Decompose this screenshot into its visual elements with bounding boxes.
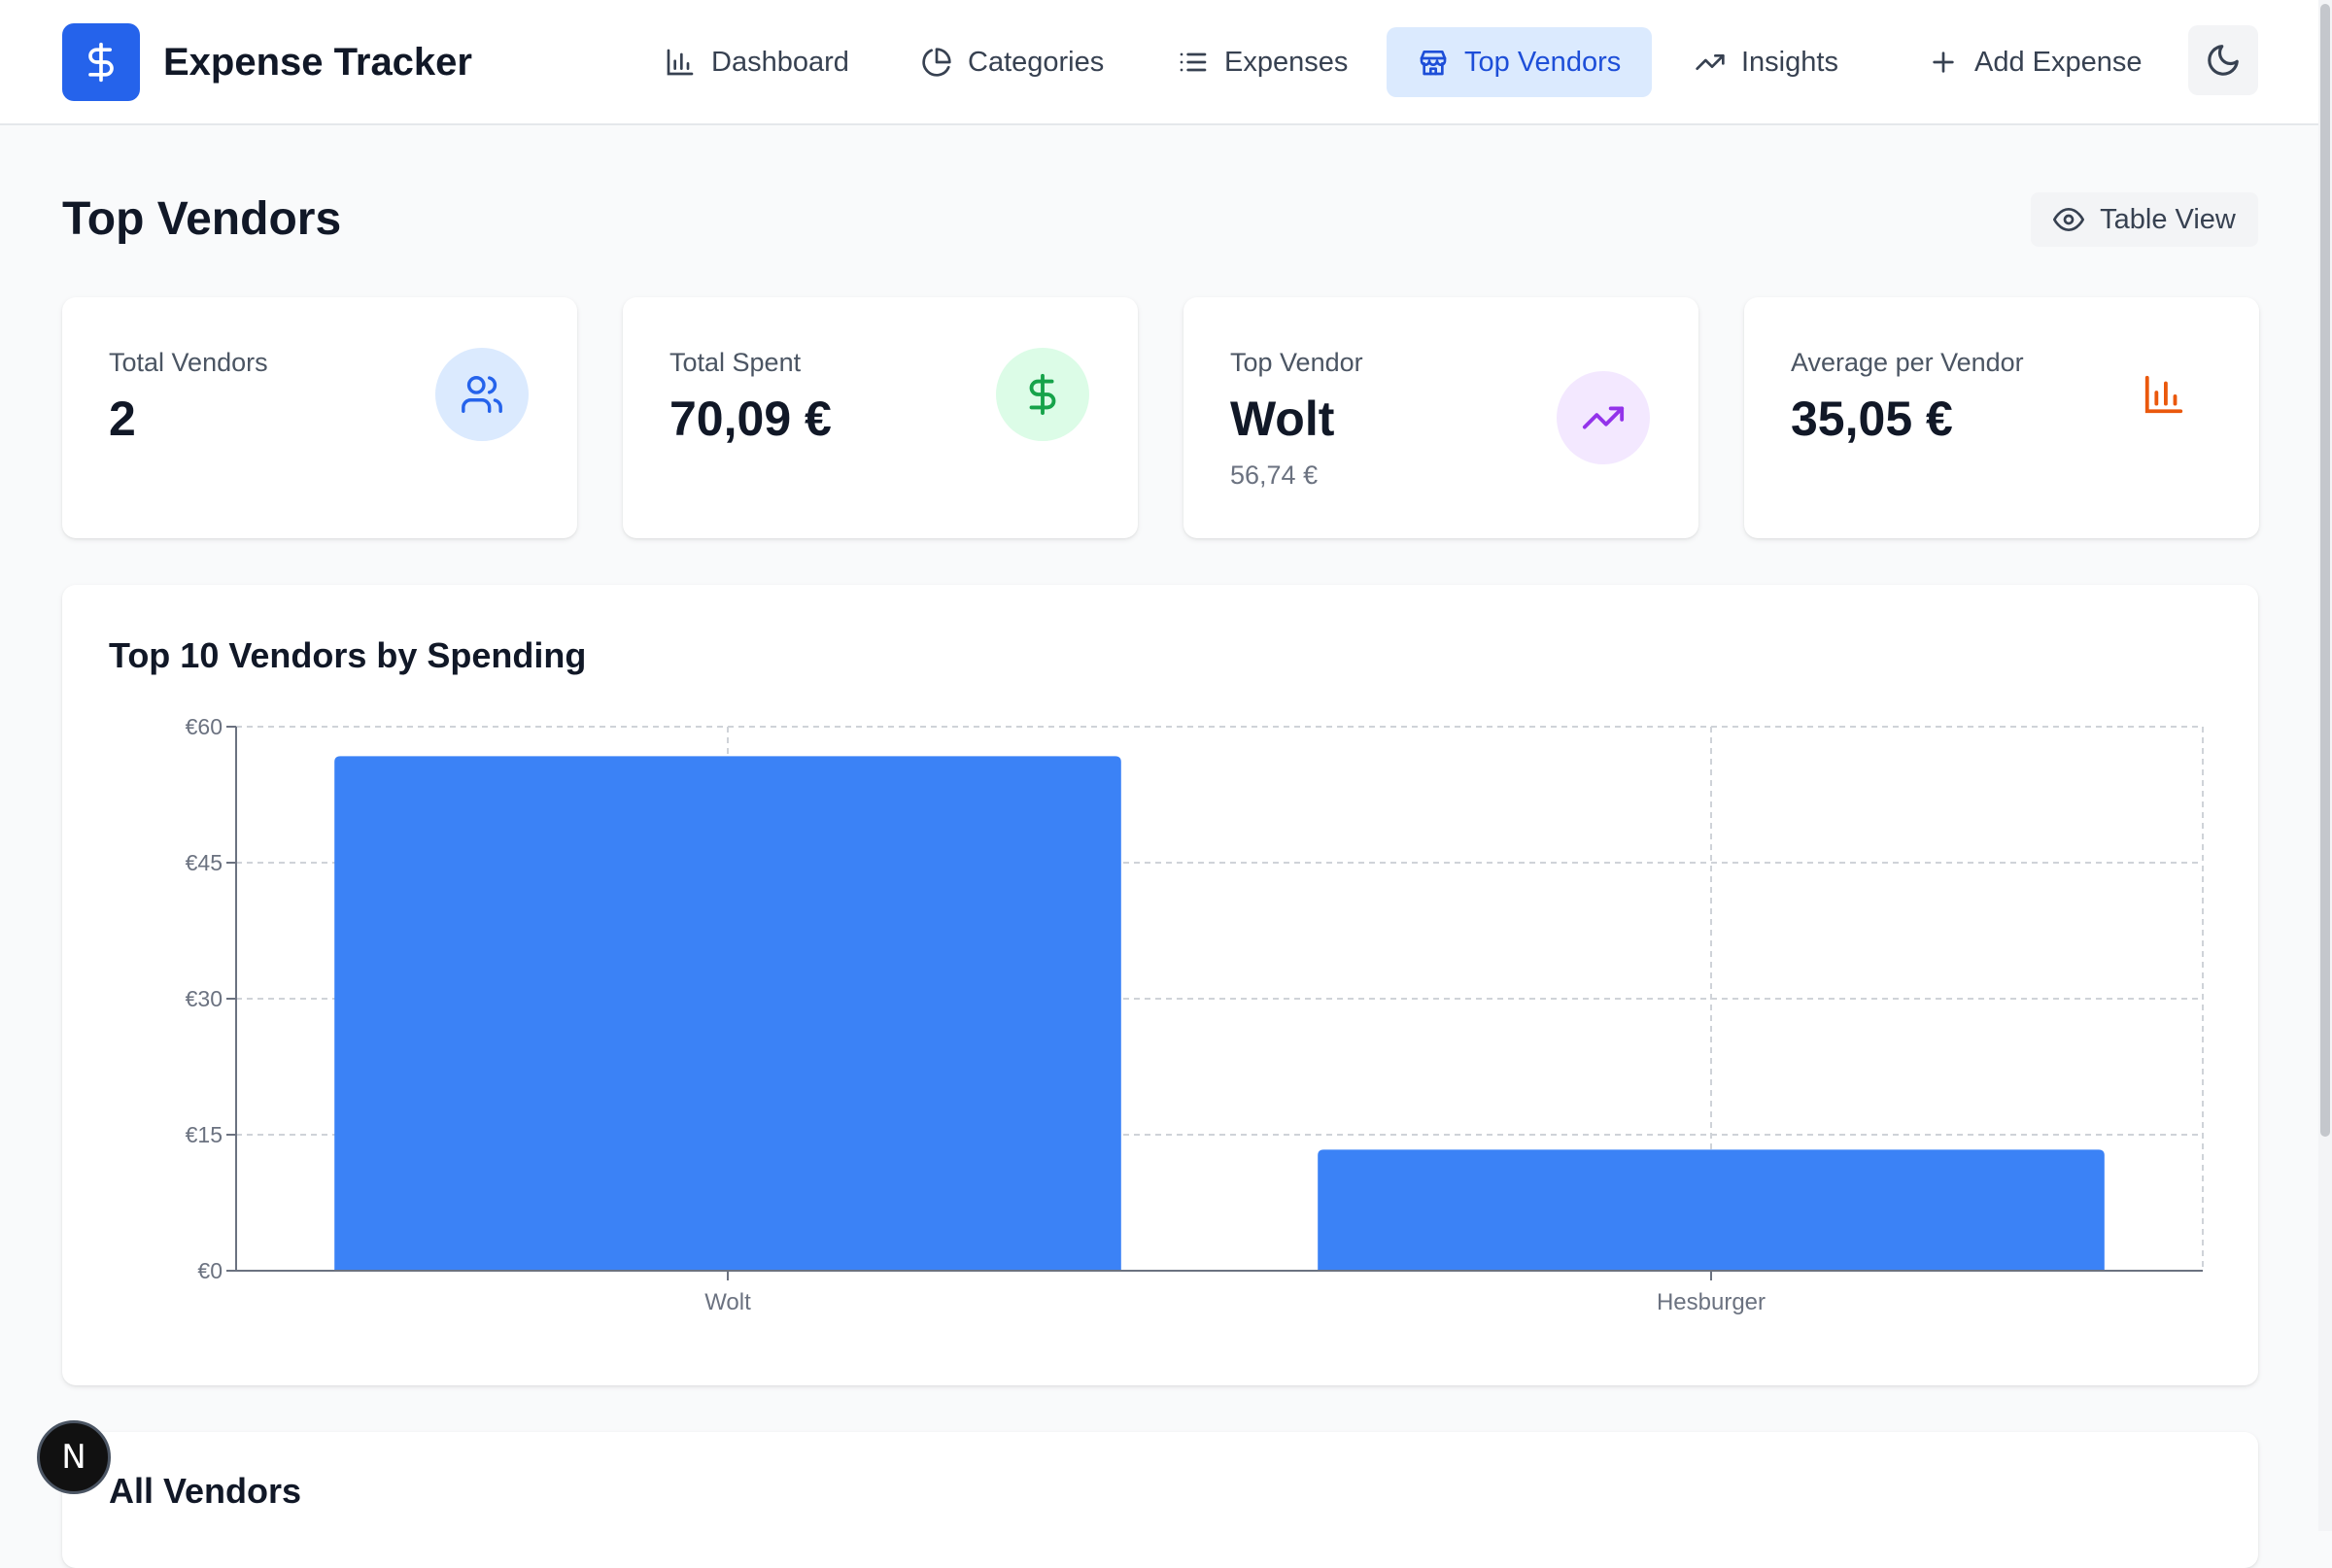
dollar-icon bbox=[88, 42, 114, 83]
nav-top-vendors[interactable]: Top Vendors bbox=[1387, 27, 1653, 97]
all-vendors-card: All Vendors bbox=[62, 1432, 2258, 1568]
plus-icon bbox=[1933, 51, 1954, 73]
store-icon bbox=[1420, 51, 1447, 76]
stat-label: Average per Vendor bbox=[1791, 348, 2024, 377]
table-view-button[interactable]: Table View bbox=[2031, 192, 2258, 247]
dev-badge-label: N bbox=[61, 1438, 86, 1477]
pie-chart-icon bbox=[922, 48, 951, 77]
y-tick-label: €45 bbox=[186, 850, 223, 875]
page-title: Top Vendors bbox=[62, 193, 342, 245]
bar-chart-icon bbox=[667, 49, 694, 76]
all-vendors-title: All Vendors bbox=[109, 1471, 302, 1511]
users-icon bbox=[462, 376, 502, 413]
table-view-label: Table View bbox=[2100, 203, 2236, 235]
nav-add-expense-label: Add Expense bbox=[1974, 46, 2143, 78]
stat-card-total-vendors: Total Vendors 2 bbox=[62, 297, 577, 538]
nav-expenses[interactable]: Expenses bbox=[1147, 27, 1379, 97]
moon-icon bbox=[2208, 45, 2239, 76]
bar-chart-icon bbox=[2144, 375, 2183, 414]
y-tick-label: €15 bbox=[186, 1122, 223, 1147]
nav-insights-label: Insights bbox=[1741, 46, 1838, 78]
nav-dashboard[interactable]: Dashboard bbox=[634, 27, 880, 97]
users-icon-circle bbox=[435, 348, 529, 441]
stat-card-average-per-vendor: Average per Vendor 35,05 € bbox=[1744, 297, 2259, 538]
stat-value: Wolt bbox=[1230, 392, 1335, 446]
theme-toggle-button[interactable] bbox=[2188, 25, 2258, 95]
list-icon bbox=[1180, 52, 1207, 72]
app-logo[interactable] bbox=[62, 23, 140, 101]
dev-tools-badge[interactable]: N bbox=[37, 1420, 111, 1494]
stat-value: 35,05 € bbox=[1791, 392, 1953, 446]
nav-expenses-label: Expenses bbox=[1224, 46, 1349, 78]
nav-insights[interactable]: Insights bbox=[1663, 27, 1869, 97]
stat-label: Total Spent bbox=[669, 348, 802, 377]
stat-sub: 56,74 € bbox=[1230, 460, 1319, 490]
trending-up-icon-circle bbox=[1557, 371, 1650, 464]
stat-value: 70,09 € bbox=[669, 392, 832, 446]
y-tick-label: €30 bbox=[186, 986, 223, 1011]
nav-top-vendors-label: Top Vendors bbox=[1464, 46, 1622, 78]
x-tick-label: Hesburger bbox=[1657, 1289, 1766, 1315]
stat-card-total-spent: Total Spent 70,09 € bbox=[623, 297, 1138, 538]
stat-label: Top Vendor bbox=[1230, 348, 1363, 377]
trending-up-icon bbox=[1582, 406, 1625, 429]
bar-wolt bbox=[334, 756, 1121, 1271]
dollar-icon-circle bbox=[996, 348, 1089, 441]
nav-add-expense[interactable]: Add Expense bbox=[1897, 27, 2174, 97]
app-name[interactable]: Expense Tracker bbox=[163, 37, 472, 87]
y-tick-label: €0 bbox=[197, 1258, 223, 1283]
x-tick-label: Wolt bbox=[704, 1289, 751, 1315]
dollar-icon bbox=[1029, 373, 1056, 416]
bar-chart: €0 €15 €30 €45 €60 Wolt Hesburger bbox=[186, 714, 2204, 1315]
y-tick-label: €60 bbox=[186, 714, 223, 739]
stat-card-top-vendor: Top Vendor Wolt 56,74 € bbox=[1183, 297, 1698, 538]
scrollbar-thumb[interactable] bbox=[2320, 4, 2330, 1137]
top-navbar: Expense Tracker Dashboard Categories Exp… bbox=[0, 0, 2318, 125]
stat-value: 2 bbox=[109, 392, 136, 446]
stat-label: Total Vendors bbox=[109, 348, 268, 377]
trending-up-icon bbox=[1696, 53, 1725, 70]
eye-icon bbox=[2053, 208, 2085, 231]
vendors-chart-card: Top 10 Vendors by Spending €0 €15 €30 €45 €6… bbox=[62, 585, 2258, 1385]
bar-hesburger bbox=[1318, 1149, 2105, 1271]
bar-chart-icon-wrap bbox=[2117, 348, 2211, 441]
nav-dashboard-label: Dashboard bbox=[711, 46, 849, 78]
nav-categories[interactable]: Categories bbox=[890, 27, 1135, 97]
nav-categories-label: Categories bbox=[968, 46, 1105, 78]
